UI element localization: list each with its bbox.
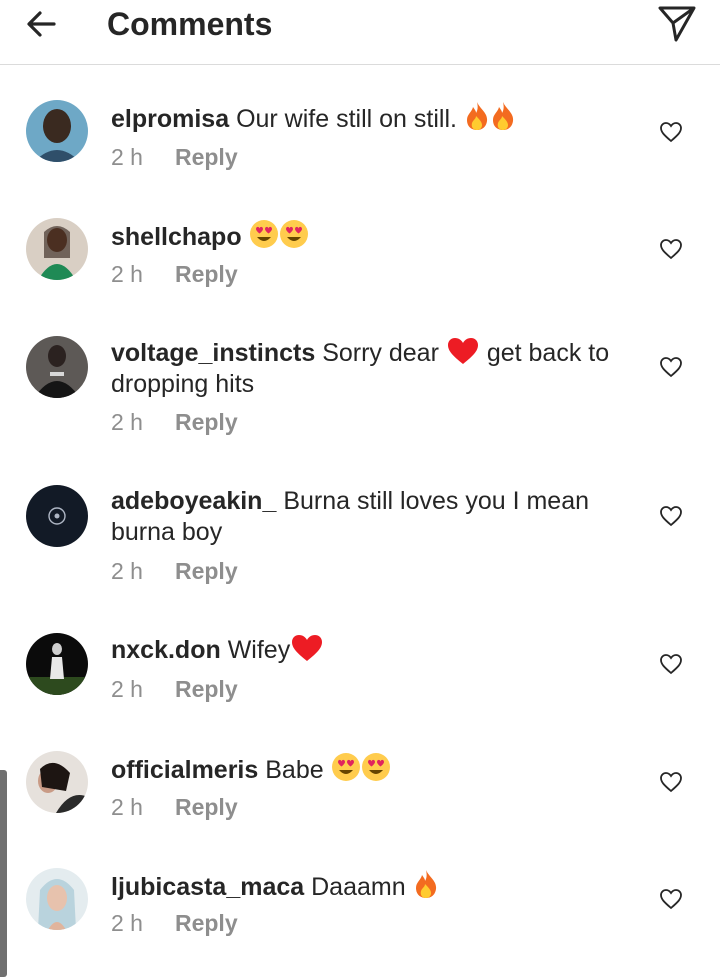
comment-time: 2 h xyxy=(111,409,143,435)
reply-button[interactable]: Reply xyxy=(175,409,238,435)
comment-time: 2 h xyxy=(111,558,143,584)
reply-button[interactable]: Reply xyxy=(175,144,238,170)
avatar[interactable] xyxy=(26,336,88,398)
heart-eyes-emoji-icon xyxy=(279,219,309,249)
heart-outline-icon xyxy=(660,122,682,143)
comment-text: Daaamn xyxy=(311,873,406,901)
header-bar: Comments xyxy=(0,0,720,65)
like-button[interactable] xyxy=(659,653,683,675)
comment-username[interactable]: ljubicasta_maca xyxy=(111,873,304,901)
back-button[interactable] xyxy=(22,4,62,44)
reply-button[interactable]: Reply xyxy=(175,910,238,936)
comment-username[interactable]: adeboyeakin_ xyxy=(111,487,276,515)
like-button[interactable] xyxy=(659,888,683,910)
comment-time: 2 h xyxy=(111,794,143,820)
avatar[interactable] xyxy=(26,751,88,813)
comment-text: Wifey xyxy=(227,636,291,664)
comment-time: 2 h xyxy=(111,144,143,170)
comment-username[interactable]: elpromisa xyxy=(111,105,229,133)
avatar[interactable] xyxy=(26,100,88,162)
heart-outline-icon xyxy=(660,506,682,527)
heart-eyes-emoji-icon xyxy=(249,219,279,249)
reply-button[interactable]: Reply xyxy=(175,676,238,702)
comment-text: Babe xyxy=(265,756,324,784)
heart-outline-icon xyxy=(660,772,682,793)
paper-plane-icon xyxy=(658,6,696,42)
avatar[interactable] xyxy=(26,633,88,695)
like-button[interactable] xyxy=(659,238,683,260)
comment-time: 2 h xyxy=(111,910,143,936)
arrow-left-icon xyxy=(27,11,56,37)
comment-time: 2 h xyxy=(111,261,143,287)
reply-button[interactable]: Reply xyxy=(175,558,238,584)
fire-emoji-icon xyxy=(490,101,516,131)
comment-username[interactable]: shellchapo xyxy=(111,223,242,251)
comment-text: Our wife still on still. xyxy=(236,105,457,133)
heart-outline-icon xyxy=(660,357,682,378)
avatar[interactable] xyxy=(26,868,88,930)
comment-time: 2 h xyxy=(111,676,143,702)
comment-username[interactable]: nxck.don xyxy=(111,636,221,664)
reply-button[interactable]: Reply xyxy=(175,794,238,820)
heart-outline-icon xyxy=(660,889,682,910)
like-button[interactable] xyxy=(659,356,683,378)
red-heart-emoji-icon xyxy=(446,337,480,365)
heart-eyes-emoji-icon xyxy=(361,752,391,782)
comment-username[interactable]: voltage_instincts xyxy=(111,339,315,367)
red-heart-emoji-icon xyxy=(290,634,324,662)
like-button[interactable] xyxy=(659,505,683,527)
reply-button[interactable]: Reply xyxy=(175,261,238,287)
comment-username[interactable]: officialmeris xyxy=(111,756,258,784)
share-button[interactable] xyxy=(654,2,698,44)
heart-outline-icon xyxy=(660,654,682,675)
fire-emoji-icon xyxy=(413,869,439,899)
like-button[interactable] xyxy=(659,121,683,143)
edge-scroll-handle[interactable] xyxy=(0,770,7,977)
page-title: Comments xyxy=(107,6,273,42)
heart-outline-icon xyxy=(660,239,682,260)
like-button[interactable] xyxy=(659,771,683,793)
fire-emoji-icon xyxy=(464,101,490,131)
avatar[interactable] xyxy=(26,218,88,280)
avatar[interactable] xyxy=(26,485,88,547)
comment-text: Sorry dear xyxy=(322,339,439,367)
heart-eyes-emoji-icon xyxy=(331,752,361,782)
